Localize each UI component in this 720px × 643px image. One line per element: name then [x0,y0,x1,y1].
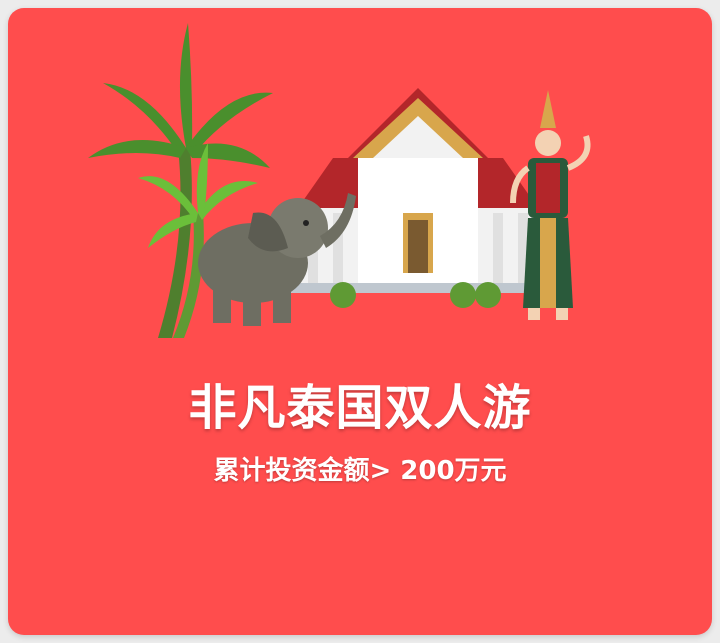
thai-temple-icon [288,88,548,308]
reward-card[interactable]: 非凡泰国双人游 累计投资金额> 200万元 [8,8,712,635]
investment-requirement: 累计投资金额> 200万元 [213,456,507,486]
thailand-illustration [88,23,591,338]
reward-title: 非凡泰国双人游 [188,380,532,436]
